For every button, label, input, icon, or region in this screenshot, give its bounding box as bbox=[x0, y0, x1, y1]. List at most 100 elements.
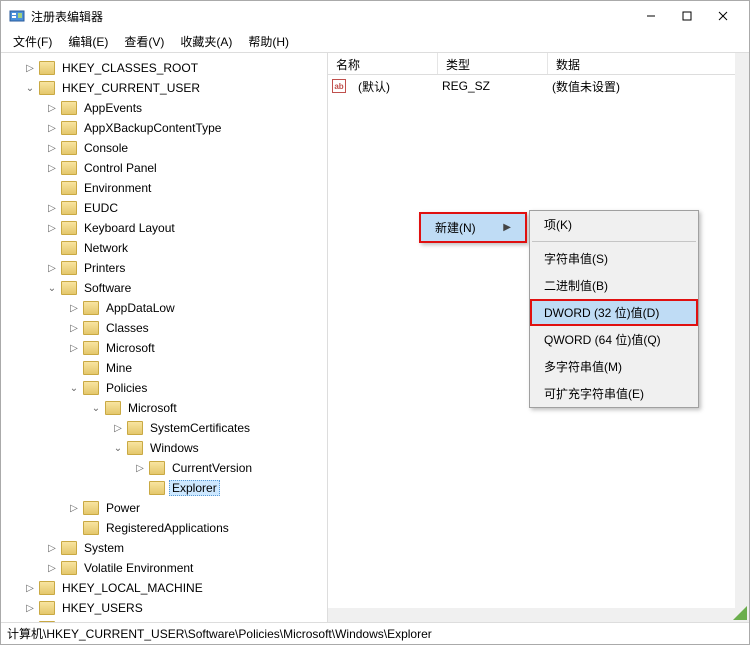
tree-node-appevents[interactable]: AppEvents bbox=[81, 100, 145, 116]
expander-icon[interactable]: ⌄ bbox=[67, 381, 81, 395]
expander-icon[interactable]: ▷ bbox=[23, 601, 37, 615]
col-data[interactable]: 数据 bbox=[548, 53, 749, 74]
expander-icon[interactable]: ▷ bbox=[111, 421, 125, 435]
tree-node-printers[interactable]: Printers bbox=[81, 260, 128, 276]
expander-icon[interactable] bbox=[133, 481, 147, 495]
col-type[interactable]: 类型 bbox=[438, 53, 548, 74]
tree-node-hklm[interactable]: HKEY_LOCAL_MACHINE bbox=[59, 580, 206, 596]
tree-node-software[interactable]: Software bbox=[81, 280, 134, 296]
tree-node-regapps[interactable]: RegisteredApplications bbox=[103, 520, 232, 536]
folder-icon bbox=[39, 61, 55, 75]
expander-icon[interactable]: ▷ bbox=[45, 121, 59, 135]
tree-node-policies[interactable]: Policies bbox=[103, 380, 150, 396]
tree-node-syscerts[interactable]: SystemCertificates bbox=[147, 420, 253, 436]
tree-node-cpanel[interactable]: Control Panel bbox=[81, 160, 160, 176]
ctx-new[interactable]: 新建(N) ▶ bbox=[421, 214, 525, 241]
folder-icon bbox=[83, 321, 99, 335]
menu-file[interactable]: 文件(F) bbox=[5, 31, 60, 52]
folder-icon bbox=[149, 481, 165, 495]
menu-edit[interactable]: 编辑(E) bbox=[60, 31, 116, 52]
folder-icon bbox=[83, 341, 99, 355]
tree-node-appdatalow[interactable]: AppDataLow bbox=[103, 300, 178, 316]
expander-icon[interactable] bbox=[67, 521, 81, 535]
expander-icon[interactable]: ▷ bbox=[45, 261, 59, 275]
expander-icon[interactable]: ▷ bbox=[45, 141, 59, 155]
menu-help[interactable]: 帮助(H) bbox=[240, 31, 297, 52]
tree-node-eudc[interactable]: EUDC bbox=[81, 200, 121, 216]
list-row[interactable]: ab (默认) REG_SZ (数值未设置) bbox=[328, 75, 749, 97]
context-menu-new: 新建(N) ▶ bbox=[419, 212, 527, 243]
folder-icon bbox=[61, 181, 77, 195]
close-button[interactable] bbox=[705, 4, 741, 28]
tree-node-windows[interactable]: Windows bbox=[147, 440, 202, 456]
expander-icon[interactable] bbox=[45, 241, 59, 255]
tree-node-keyboard[interactable]: Keyboard Layout bbox=[81, 220, 178, 236]
ctx-dword[interactable]: DWORD (32 位)值(D) bbox=[530, 299, 698, 326]
cell-data: (数值未设置) bbox=[544, 76, 628, 97]
ctx-qword[interactable]: QWORD (64 位)值(Q) bbox=[530, 326, 698, 353]
cell-name: (默认) bbox=[350, 76, 434, 97]
tree-node-power[interactable]: Power bbox=[103, 500, 143, 516]
expander-icon[interactable]: ▷ bbox=[45, 541, 59, 555]
expander-icon[interactable]: ▷ bbox=[67, 341, 81, 355]
expander-icon[interactable]: ▷ bbox=[45, 101, 59, 115]
tree-node-appx[interactable]: AppXBackupContentType bbox=[81, 120, 224, 136]
folder-icon bbox=[61, 201, 77, 215]
expander-icon[interactable]: ▷ bbox=[45, 221, 59, 235]
maximize-button[interactable] bbox=[669, 4, 705, 28]
folder-icon bbox=[61, 281, 77, 295]
expander-icon[interactable]: ▷ bbox=[23, 581, 37, 595]
tree-pane[interactable]: ▷ HKEY_CLASSES_ROOT ⌄ HKEY_CURRENT_USER ▷ A… bbox=[1, 53, 328, 622]
menu-view[interactable]: 查看(V) bbox=[116, 31, 172, 52]
tree-node-env[interactable]: Environment bbox=[81, 180, 154, 196]
expander-icon[interactable]: ▷ bbox=[45, 561, 59, 575]
ctx-expstring[interactable]: 可扩充字符串值(E) bbox=[530, 380, 698, 407]
expander-icon[interactable]: ▷ bbox=[133, 461, 147, 475]
resize-grip-icon[interactable] bbox=[733, 606, 747, 620]
expander-icon[interactable]: ▷ bbox=[23, 621, 37, 622]
tree-node-microsoft[interactable]: Microsoft bbox=[103, 340, 158, 356]
ctx-key[interactable]: 项(K) bbox=[530, 211, 698, 238]
expander-icon[interactable]: ▷ bbox=[23, 61, 37, 75]
folder-icon bbox=[83, 501, 99, 515]
tree-node-hkcc[interactable]: HKEY_CURRENT_CONFIG bbox=[59, 620, 216, 622]
expander-icon[interactable]: ▷ bbox=[67, 321, 81, 335]
tree-node-pol-microsoft[interactable]: Microsoft bbox=[125, 400, 180, 416]
ctx-key-label: 项(K) bbox=[544, 216, 572, 233]
ctx-string[interactable]: 字符串值(S) bbox=[530, 245, 698, 272]
expander-icon[interactable]: ▷ bbox=[67, 301, 81, 315]
expander-icon[interactable]: ⌄ bbox=[45, 281, 59, 295]
minimize-button[interactable] bbox=[633, 4, 669, 28]
tree-node-mine[interactable]: Mine bbox=[103, 360, 135, 376]
ctx-binary-label: 二进制值(B) bbox=[544, 277, 608, 294]
ctx-binary[interactable]: 二进制值(B) bbox=[530, 272, 698, 299]
expander-icon[interactable] bbox=[45, 181, 59, 195]
tree-node-hku[interactable]: HKEY_USERS bbox=[59, 600, 146, 616]
vertical-scrollbar[interactable] bbox=[735, 53, 749, 622]
expander-icon[interactable]: ▷ bbox=[45, 161, 59, 175]
ctx-multistring[interactable]: 多字符串值(M) bbox=[530, 353, 698, 380]
folder-icon bbox=[61, 101, 77, 115]
tree-node-explorer[interactable]: Explorer bbox=[169, 480, 220, 496]
tree-node-network[interactable]: Network bbox=[81, 240, 131, 256]
tree-node-curver[interactable]: CurrentVersion bbox=[169, 460, 255, 476]
tree-node-hkcr[interactable]: HKEY_CLASSES_ROOT bbox=[59, 60, 201, 76]
expander-icon[interactable]: ⌄ bbox=[111, 441, 125, 455]
folder-icon bbox=[127, 441, 143, 455]
ctx-new-label: 新建(N) bbox=[435, 219, 476, 236]
expander-icon[interactable]: ▷ bbox=[45, 201, 59, 215]
expander-icon[interactable]: ⌄ bbox=[23, 81, 37, 95]
expander-icon[interactable] bbox=[67, 361, 81, 375]
menu-favorites[interactable]: 收藏夹(A) bbox=[172, 31, 240, 52]
tree-node-volenv[interactable]: Volatile Environment bbox=[81, 560, 196, 576]
tree-node-console[interactable]: Console bbox=[81, 140, 131, 156]
tree-node-system[interactable]: System bbox=[81, 540, 127, 556]
expander-icon[interactable]: ▷ bbox=[67, 501, 81, 515]
cell-type: REG_SZ bbox=[434, 77, 544, 95]
horizontal-scrollbar[interactable] bbox=[328, 608, 749, 622]
tree-node-hkcu[interactable]: HKEY_CURRENT_USER bbox=[59, 80, 203, 96]
tree-node-classes[interactable]: Classes bbox=[103, 320, 152, 336]
ctx-string-label: 字符串值(S) bbox=[544, 250, 608, 267]
col-name[interactable]: 名称 bbox=[328, 53, 438, 74]
expander-icon[interactable]: ⌄ bbox=[89, 401, 103, 415]
